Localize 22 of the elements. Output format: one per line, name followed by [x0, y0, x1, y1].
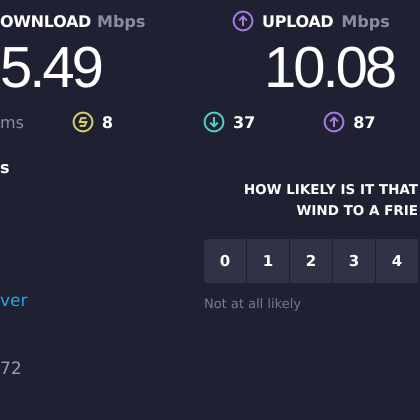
- scale-label: Not at all likely: [204, 297, 302, 312]
- section-heading: s: [0, 158, 10, 177]
- server-id: 72: [0, 359, 22, 379]
- survey-question: HOW LIKELY IS IT THAT: [244, 182, 418, 198]
- latency-value: 37: [233, 112, 256, 132]
- download-speed: 5.49: [0, 36, 101, 100]
- ping-unit: ms: [0, 112, 24, 132]
- upload-label: UPLOAD: [262, 12, 334, 30]
- score-button[interactable]: 1: [247, 239, 289, 283]
- score-button[interactable]: 3: [333, 239, 375, 283]
- unit-label: Mbps: [341, 12, 390, 30]
- score-button[interactable]: 4: [376, 239, 418, 283]
- survey-question: WIND TO A FRIE: [296, 203, 418, 219]
- upload-speed: 10.08: [264, 36, 394, 100]
- download-label: OWNLOAD: [0, 12, 92, 30]
- latency-value: 8: [102, 112, 114, 132]
- score-button[interactable]: 2: [290, 239, 332, 283]
- latency-value: 87: [353, 112, 376, 132]
- server-link[interactable]: ver: [0, 291, 28, 311]
- upload-icon: [232, 10, 254, 32]
- unit-label: Mbps: [97, 12, 146, 30]
- score-button[interactable]: 0: [204, 239, 246, 283]
